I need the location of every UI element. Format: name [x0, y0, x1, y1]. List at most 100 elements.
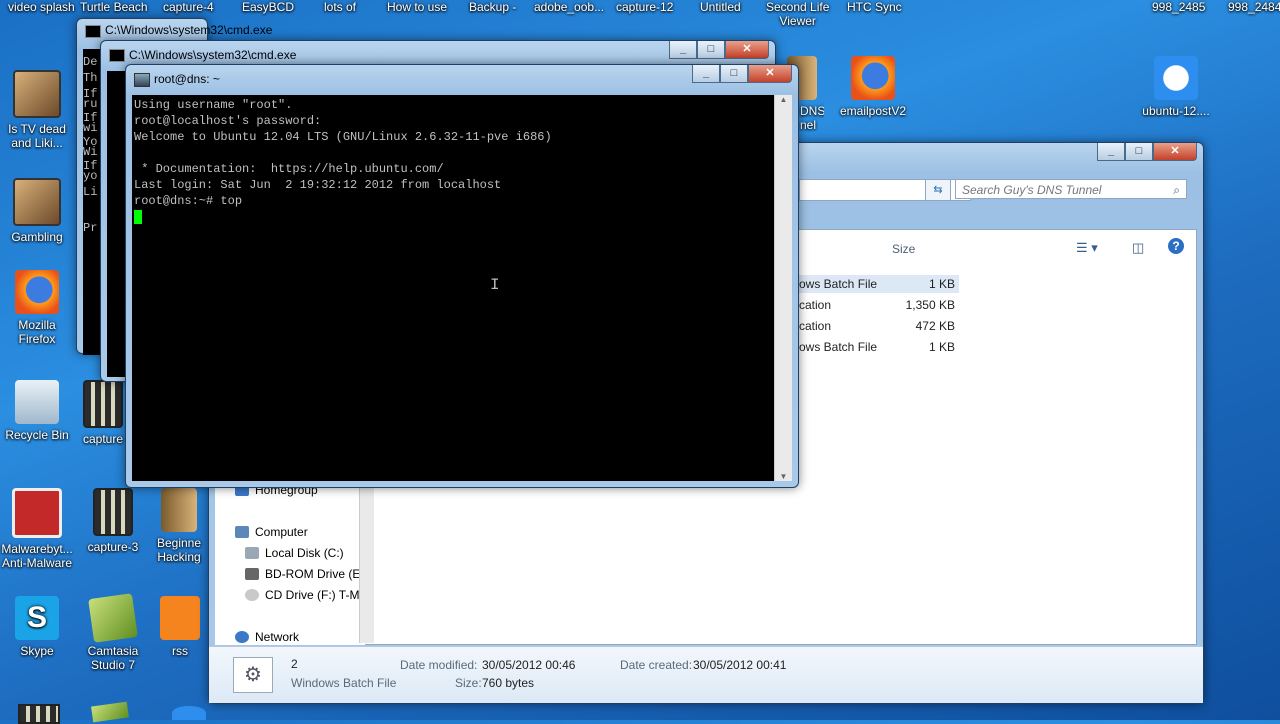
search-icon: ⌕: [1173, 183, 1180, 197]
network-icon[interactable]: [172, 706, 206, 720]
desktop-icon-label[interactable]: 998_2484: [1228, 0, 1280, 14]
window-controls: _ □ ✕: [669, 41, 769, 59]
details-value: 760 bytes: [482, 676, 535, 690]
tree-item-label: Computer: [255, 525, 308, 539]
file-size: 1 KB: [928, 277, 955, 291]
tree-item-label: BD-ROM Drive (E: [265, 567, 361, 581]
desktop-icon-ubuntu[interactable]: ubuntu-12....: [1134, 56, 1218, 118]
file-size: 1,350 KB: [905, 298, 955, 312]
desktop-icon-capture[interactable]: capture: [76, 380, 130, 446]
desktop-icon-label[interactable]: How to use: [387, 0, 447, 14]
desktop-icon-label[interactable]: video splash: [8, 0, 75, 14]
tree-item-local-disk[interactable]: Local Disk (C:): [245, 546, 344, 560]
desktop-icon-beginner-hacking[interactable]: Beginne Hacking: [150, 488, 208, 564]
film-icon[interactable]: [18, 704, 60, 724]
film-icon: [83, 380, 123, 428]
search-placeholder: Search Guy's DNS Tunnel: [962, 183, 1102, 197]
desktop-icon-camtasia[interactable]: Camtasia Studio 7: [76, 593, 150, 672]
refresh-icon[interactable]: ⇆: [925, 179, 951, 201]
desktop-icon-firefox[interactable]: Mozilla Firefox: [0, 270, 74, 346]
console-output[interactable]: [107, 71, 127, 377]
details-label: Date modified:: [400, 658, 478, 672]
drive-icon: [245, 547, 259, 559]
desktop-icon-label[interactable]: EasyBCD: [242, 0, 294, 14]
terminal-scrollbar[interactable]: ▲ ▼: [774, 95, 792, 481]
desktop-icon-malwarebytes[interactable]: Malwarebyt... Anti-Malware: [0, 488, 74, 570]
terminal-line: root@dns:~# top: [134, 194, 243, 208]
preview-pane-icon[interactable]: ◫: [1132, 240, 1144, 256]
tree-scrollbar[interactable]: [359, 473, 374, 643]
desktop-icon-label: emailpostV2: [839, 104, 907, 118]
desktop-icon-label[interactable]: lots of: [324, 0, 356, 14]
column-header-size[interactable]: Size: [892, 242, 915, 256]
minimize-button[interactable]: _: [669, 41, 697, 59]
desktop-icon-label[interactable]: capture-12: [616, 0, 673, 14]
putty-icon: [134, 73, 150, 87]
desktop-icon-label[interactable]: Turtle Beach: [80, 0, 148, 14]
terminal-line: Using username "root".: [134, 98, 293, 112]
window-controls: _ □ ✕: [1097, 143, 1197, 161]
desktop-icon-emailpost[interactable]: emailpostV2: [836, 56, 910, 118]
help-icon[interactable]: ?: [1168, 238, 1184, 254]
torrent-icon: [1154, 56, 1198, 100]
window-title: C:\Windows\system32\cmd.exe: [105, 23, 273, 37]
file-size: 1 KB: [928, 340, 955, 354]
desktop-icon-rss[interactable]: rss: [152, 596, 208, 658]
tree-item-computer[interactable]: Computer: [235, 525, 308, 539]
desktop-icon-label[interactable]: capture-4: [163, 0, 214, 14]
desktop-icon-label: Malwarebyt... Anti-Malware: [1, 542, 73, 570]
tree-item-label: Network: [255, 630, 300, 644]
desktop-icon-gambling[interactable]: Gambling: [0, 178, 74, 244]
desktop-icon-label[interactable]: Backup -: [469, 0, 516, 14]
maximize-button[interactable]: □: [720, 65, 748, 83]
desktop-icon-label[interactable]: Second Life Viewer: [766, 0, 829, 28]
tree-item-label: Local Disk (C:): [265, 546, 344, 560]
tree-item-cd-drive[interactable]: CD Drive (F:) T-M: [245, 588, 359, 602]
list-item[interactable]: ows Batch File 1 KB: [799, 338, 959, 356]
desktop-icon-capture-3[interactable]: capture-3: [76, 488, 150, 554]
close-button[interactable]: ✕: [748, 65, 792, 83]
maximize-button[interactable]: □: [1125, 143, 1153, 161]
tree-item-bdrom[interactable]: BD-ROM Drive (E: [245, 567, 360, 581]
file-type: ows Batch File: [799, 277, 878, 291]
scroll-up-icon[interactable]: ▲: [775, 95, 792, 104]
close-button[interactable]: ✕: [1153, 143, 1197, 161]
window-controls: _ □ ✕: [692, 65, 792, 83]
scroll-down-icon[interactable]: ▼: [775, 472, 792, 481]
desktop-icon-recycle-bin[interactable]: Recycle Bin: [0, 380, 74, 442]
view-options-icon[interactable]: ☰ ▾: [1076, 240, 1098, 256]
window-title: root@dns: ~: [154, 72, 220, 86]
maximize-button[interactable]: □: [697, 41, 725, 59]
list-item[interactable]: cation 1,350 KB: [799, 296, 959, 314]
bdrom-icon: [245, 568, 259, 580]
camtasia-icon[interactable]: [91, 701, 129, 723]
malwarebytes-icon: [12, 488, 62, 538]
putty-window[interactable]: root@dns: ~ _ □ ✕ Using username "root".…: [125, 64, 799, 488]
search-input[interactable]: Search Guy's DNS Tunnel ⌕: [955, 179, 1187, 199]
desktop-icon-label[interactable]: 998_2485: [1152, 0, 1205, 14]
terminal-line: root@localhost's password:: [134, 114, 322, 128]
desktop-icon-label[interactable]: adobe_oob...: [534, 0, 604, 14]
recycle-bin-icon: [15, 380, 59, 424]
cd-icon: [245, 589, 259, 601]
desktop-icon-label[interactable]: Untitled: [700, 0, 741, 14]
terminal-cursor: [134, 210, 142, 224]
details-value: 30/05/2012 00:46: [482, 658, 576, 672]
desktop-icon-label: Skype: [20, 644, 54, 658]
minimize-button[interactable]: _: [692, 65, 720, 83]
batch-file-icon: ⚙: [233, 657, 273, 693]
list-item[interactable]: cation 472 KB: [799, 317, 959, 335]
desktop-icon-label: capture: [82, 432, 124, 446]
desktop-icon-label: Is TV dead and Liki...: [8, 122, 66, 150]
tree-item-network[interactable]: Network: [235, 630, 299, 644]
minimize-button[interactable]: _: [1097, 143, 1125, 161]
desktop-icon-label[interactable]: HTC Sync: [847, 0, 902, 14]
terminal-output[interactable]: Using username "root". root@localhost's …: [132, 95, 774, 481]
desktop-icon-tvdead[interactable]: Is TV dead and Liki...: [0, 70, 74, 150]
skype-icon: S: [15, 596, 59, 640]
list-item[interactable]: ows Batch File 1 KB: [799, 275, 959, 293]
close-button[interactable]: ✕: [725, 41, 769, 59]
desktop-icon-skype[interactable]: S Skype: [0, 596, 74, 658]
firefox-icon: [15, 270, 59, 314]
